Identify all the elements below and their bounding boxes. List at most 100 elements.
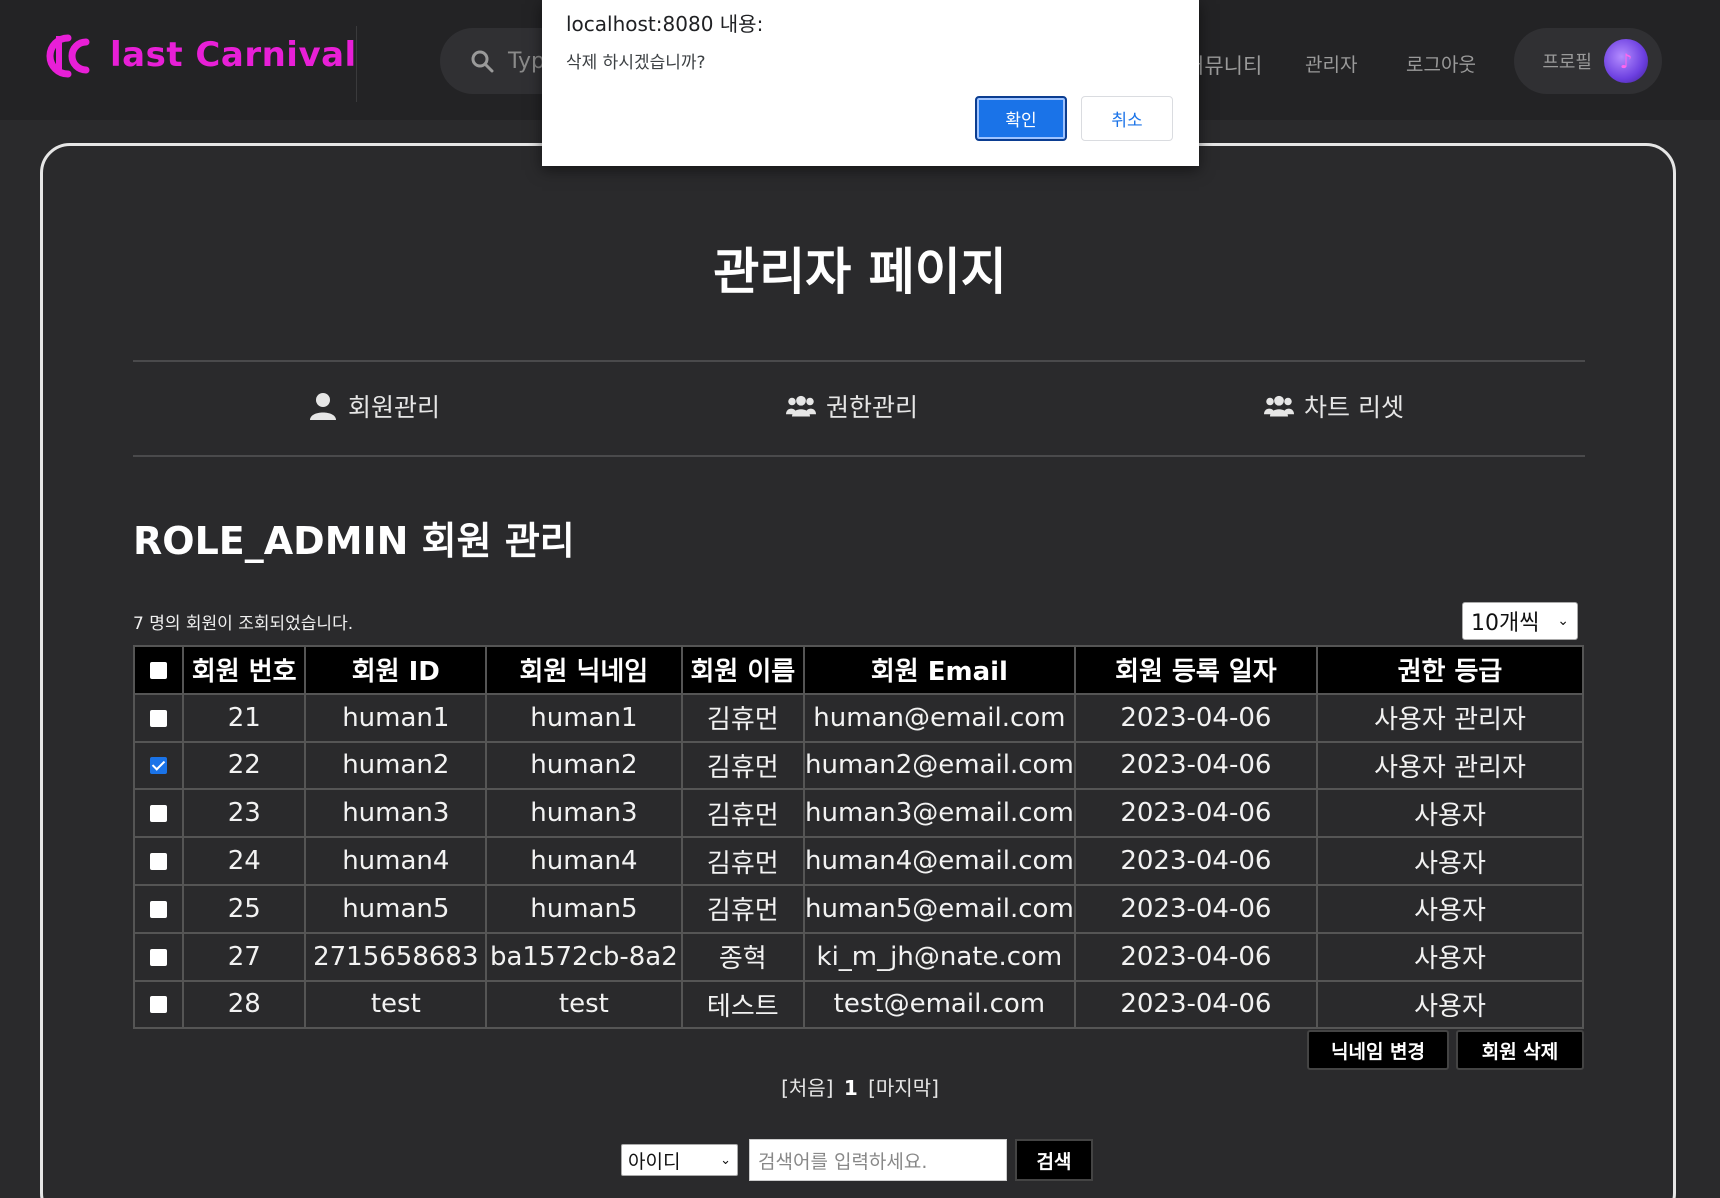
table-cell: 2023-04-06 [1073,931,1319,982]
tab-member-management[interactable]: 회원관리 [308,388,440,424]
table-header-row: 회원 번호 회원 ID 회원 닉네임 회원 이름 회원 Email 회원 등록 … [132,645,1584,695]
pagination-last[interactable]: [마지막] [868,1076,939,1100]
logo-text: last Carnival [110,35,357,75]
select-all-checkbox[interactable] [150,661,168,679]
search-input-placeholder: 검색어를 입력하세요. [758,1150,928,1173]
table-cell: 김휴먼 [680,883,806,934]
tab-label: 회원관리 [348,393,441,422]
table-cell: human4@email.com [803,836,1076,886]
row-checkbox[interactable] [150,996,168,1014]
page-size-select[interactable]: 10개씩 ⌄ [1462,602,1578,640]
column-header: 회원 이름 [680,645,806,695]
table-cell: human4 [304,836,488,886]
row-select-cell [132,692,185,743]
pagination-first[interactable]: [처음] [781,1076,833,1100]
table-row: 22 human2 human2 김휴먼 human2@email.com 2023-04… [132,740,1584,791]
row-select-cell [132,788,185,839]
result-count: 7 명의 회원이 조회되었습니다. [133,614,354,634]
column-header: 회원 ID [304,645,488,695]
table-cell: 25 [182,883,307,934]
table-cell: 사용자 [1316,883,1584,934]
table-cell: 2023-04-06 [1073,788,1319,839]
table-cell: human5 [485,883,683,934]
search-field-value: 아이디 [628,1150,681,1173]
page-title: 관리자 페이지 [713,243,1007,301]
search-field-select[interactable]: 아이디 ⌄ [621,1144,738,1176]
column-header: 회원 등록 일자 [1073,645,1319,695]
confirm-dialog: localhost:8080 내용: 삭제 하시겠습니까? 확인 취소 [542,0,1199,166]
table-cell: test [485,979,683,1030]
table-cell: human5 [304,883,488,934]
table-cell: 사용자 [1316,788,1584,839]
profile-button[interactable]: 프로필 ♪ [1514,28,1662,94]
chevron-down-icon: ⌄ [1557,613,1569,629]
chevron-down-icon: ⌄ [720,1152,731,1168]
table-cell: 김휴먼 [680,836,806,886]
row-checkbox[interactable] [150,757,168,775]
pagination-page[interactable]: 1 [844,1076,858,1100]
delete-member-button[interactable]: 회원 삭제 [1456,1030,1584,1070]
confirm-cancel-button[interactable]: 취소 [1081,96,1173,141]
column-header: 권한 등급 [1316,645,1584,695]
confirm-ok-button[interactable]: 확인 [975,96,1067,141]
change-nickname-button[interactable]: 닉네임 변경 [1307,1030,1449,1070]
table-cell: human3@email.com [803,788,1076,839]
page-size-value: 10개씩 [1471,611,1540,636]
logo-mark-icon [46,34,90,78]
table-cell: 2023-04-06 [1073,692,1319,743]
table-cell: 24 [182,836,307,886]
table-cell: human2 [304,740,488,791]
table-cell: 사용자 관리자 [1316,740,1584,791]
section-title: ROLE_ADMIN 회원 관리 [133,519,575,563]
table-cell: human2@email.com [803,740,1076,791]
nav-divider [356,26,357,102]
table-cell: 2023-04-06 [1073,836,1319,886]
table-cell: human3 [485,788,683,839]
nav-link-logout[interactable]: 로그아웃 [1406,50,1476,77]
column-header: 회원 닉네임 [485,645,683,695]
row-checkbox[interactable] [150,805,168,823]
search-placeholder: Typ [508,48,545,74]
table-cell: 사용자 [1316,836,1584,886]
tab-label: 차트 리셋 [1304,393,1404,422]
nav-link-admin[interactable]: 관리자 [1305,50,1357,77]
table-row: 24 human4 human4 김휴먼 human4@email.com 2023-04… [132,836,1584,886]
row-select-cell [132,836,185,886]
brand-logo[interactable]: last Carnival [46,30,357,80]
column-header: 회원 번호 [182,645,307,695]
table-cell: 김휴먼 [680,788,806,839]
table-row: 21 human1 human1 김휴먼 human@email.com 2023-04-… [132,692,1584,743]
table-cell: 사용자 [1316,931,1584,982]
divider-top [133,360,1585,362]
member-table: 회원 번호 회원 ID 회원 닉네임 회원 이름 회원 Email 회원 등록 … [132,645,1584,1030]
search-input[interactable]: 검색어를 입력하세요. [749,1139,1007,1181]
table-cell: 2715658683 [304,931,488,982]
table-cell: 김휴먼 [680,692,806,743]
row-checkbox[interactable] [150,853,168,871]
table-cell: 김휴먼 [680,740,806,791]
table-cell: human1 [304,692,488,743]
divider-bottom [133,455,1585,457]
table-cell: 27 [182,931,307,982]
table-cell: ba1572cb-8a2 [485,931,683,982]
row-checkbox[interactable] [150,709,168,727]
row-checkbox[interactable] [150,948,168,966]
row-select-cell [132,931,185,982]
users-icon [786,395,816,417]
table-cell: human1 [485,692,683,743]
tab-label: 권한관리 [826,393,919,422]
table-cell: human3 [304,788,488,839]
search-button[interactable]: 검색 [1015,1139,1093,1181]
avatar-figure-icon: ♪ [1619,49,1633,73]
table-cell: 23 [182,788,307,839]
tab-permission-management[interactable]: 권한관리 [786,388,918,424]
tab-chart-reset[interactable]: 차트 리셋 [1264,388,1404,424]
table-cell: 사용자 관리자 [1316,692,1584,743]
table-cell: 사용자 [1316,979,1584,1030]
row-checkbox[interactable] [150,900,168,918]
dialog-message: 삭제 하시겠습니까? [566,53,706,73]
table-row: 25 human5 human5 김휴먼 human5@email.com 2023-04… [132,883,1584,934]
table-cell: 2023-04-06 [1073,740,1319,791]
table-cell: ki_m_jh@nate.com [803,931,1076,982]
table-cell: human4 [485,836,683,886]
